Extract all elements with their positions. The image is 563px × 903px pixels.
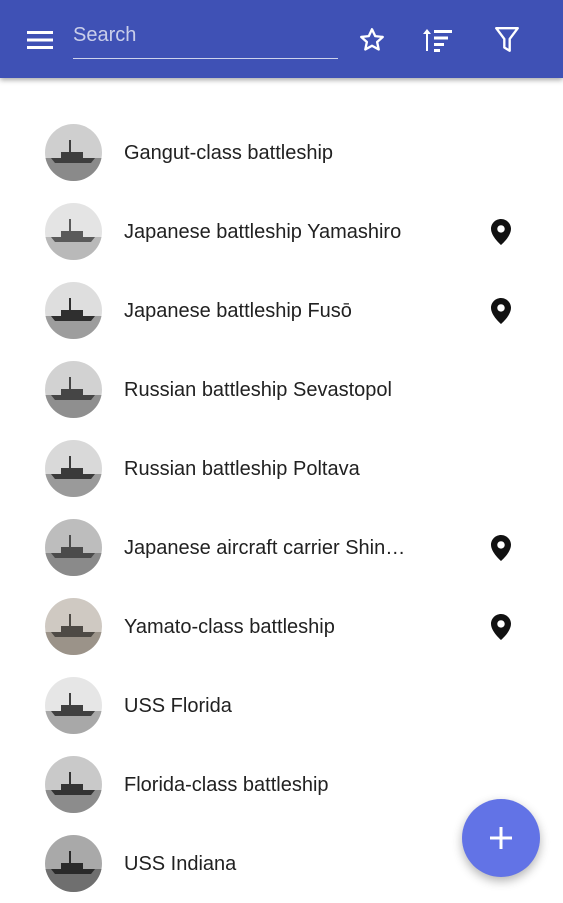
item-thumbnail	[45, 282, 102, 339]
item-title: USS Florida	[124, 695, 232, 717]
location-button[interactable]	[488, 613, 514, 641]
filter-button[interactable]	[489, 22, 525, 58]
add-button[interactable]	[462, 799, 540, 877]
item-title: Gangut-class battleship	[124, 142, 334, 164]
list-item[interactable]: Russian battleship Sevastopol	[0, 350, 563, 429]
item-thumbnail	[45, 519, 102, 576]
item-list: Gangut-class battleship Japanese battlesh…	[0, 113, 563, 903]
plus-icon	[490, 827, 512, 849]
star-icon	[360, 28, 384, 51]
item-thumbnail	[45, 677, 102, 734]
item-thumbnail	[45, 598, 102, 655]
item-title: Russian battleship Poltava	[124, 458, 360, 480]
list-item[interactable]: Japanese battleship Yamashiro	[0, 192, 563, 271]
location-button[interactable]	[488, 218, 514, 246]
list-item[interactable]: Japanese aircraft carrier Shin…	[0, 508, 563, 587]
item-thumbnail	[45, 124, 102, 181]
item-thumbnail	[45, 203, 102, 260]
sort-icon	[423, 29, 452, 52]
item-title: Japanese battleship Yamashiro	[124, 221, 402, 243]
search-input[interactable]	[73, 16, 338, 54]
item-title: Japanese aircraft carrier Shin…	[124, 537, 406, 559]
list-item[interactable]: Yamato-class battleship	[0, 587, 563, 666]
filter-icon	[495, 26, 519, 52]
list-item[interactable]: Japanese battleship Fusō	[0, 271, 563, 350]
item-thumbnail	[45, 361, 102, 418]
favorites-button[interactable]	[354, 22, 390, 58]
list-item[interactable]: USS Florida	[0, 666, 563, 745]
sort-button[interactable]	[420, 22, 456, 58]
item-title: Yamato-class battleship	[124, 616, 335, 638]
menu-button[interactable]	[22, 22, 58, 58]
location-pin-icon	[491, 219, 511, 245]
location-button[interactable]	[488, 297, 514, 325]
search-field[interactable]	[73, 16, 338, 59]
item-thumbnail	[45, 835, 102, 892]
location-pin-icon	[491, 614, 511, 640]
list-item[interactable]: Russian battleship Poltava	[0, 429, 563, 508]
item-title: USS Indiana	[124, 853, 237, 875]
list-item[interactable]: Gangut-class battleship	[0, 113, 563, 192]
location-pin-icon	[491, 298, 511, 324]
location-pin-icon	[491, 535, 511, 561]
menu-icon	[27, 31, 53, 49]
location-button[interactable]	[488, 534, 514, 562]
item-title: Florida-class battleship	[124, 774, 329, 796]
item-title: Russian battleship Sevastopol	[124, 379, 392, 401]
app-bar	[0, 0, 563, 78]
item-thumbnail	[45, 440, 102, 497]
item-title: Japanese battleship Fusō	[124, 300, 352, 322]
item-thumbnail	[45, 756, 102, 813]
